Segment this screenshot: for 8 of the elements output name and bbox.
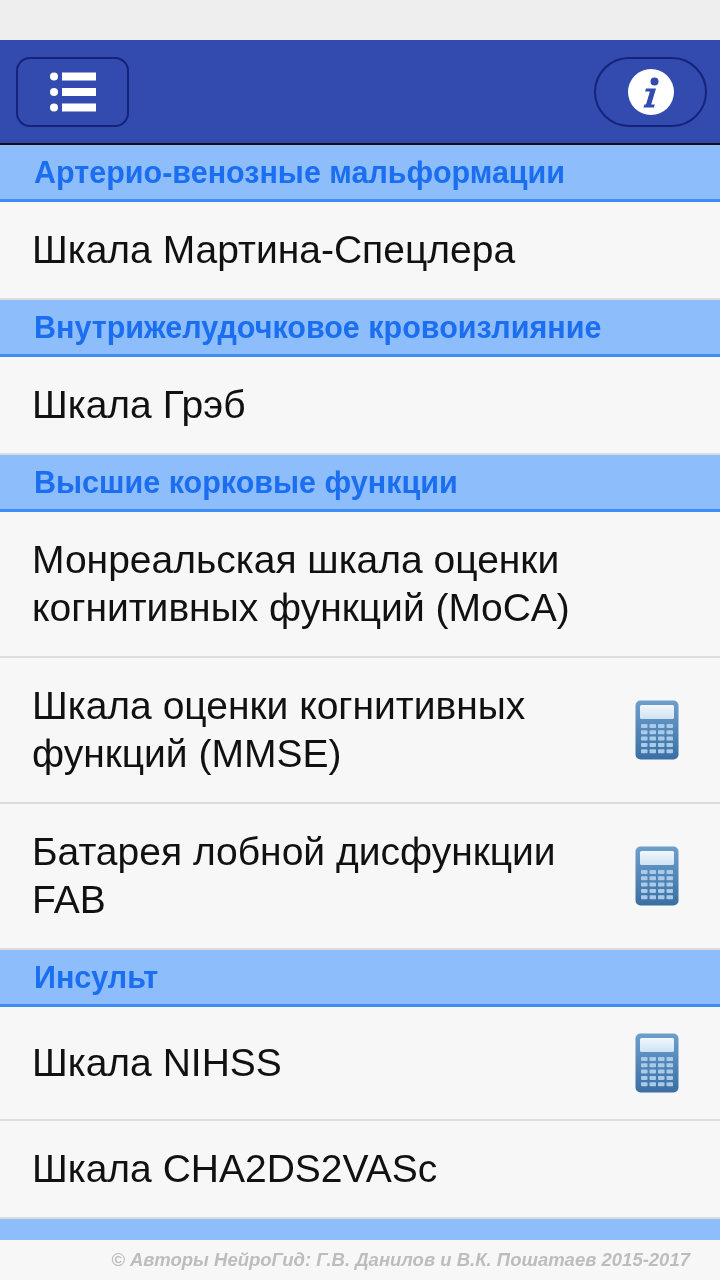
copyright-text: © Авторы НейроГид: Г.В. Данилов и В.К. Пошатаев 2015-2017: [111, 1249, 690, 1271]
menu-icon: [49, 71, 96, 112]
menu-button[interactable]: [16, 56, 129, 127]
info-icon: [627, 68, 674, 115]
section-header: Внутрижелудочковое кровоизлияние: [0, 300, 720, 357]
section-header: Артерио-венозные мальформации: [0, 145, 720, 202]
section-header: Инсульт: [0, 950, 720, 1007]
section-header: Высшие корковые функции: [0, 455, 720, 512]
